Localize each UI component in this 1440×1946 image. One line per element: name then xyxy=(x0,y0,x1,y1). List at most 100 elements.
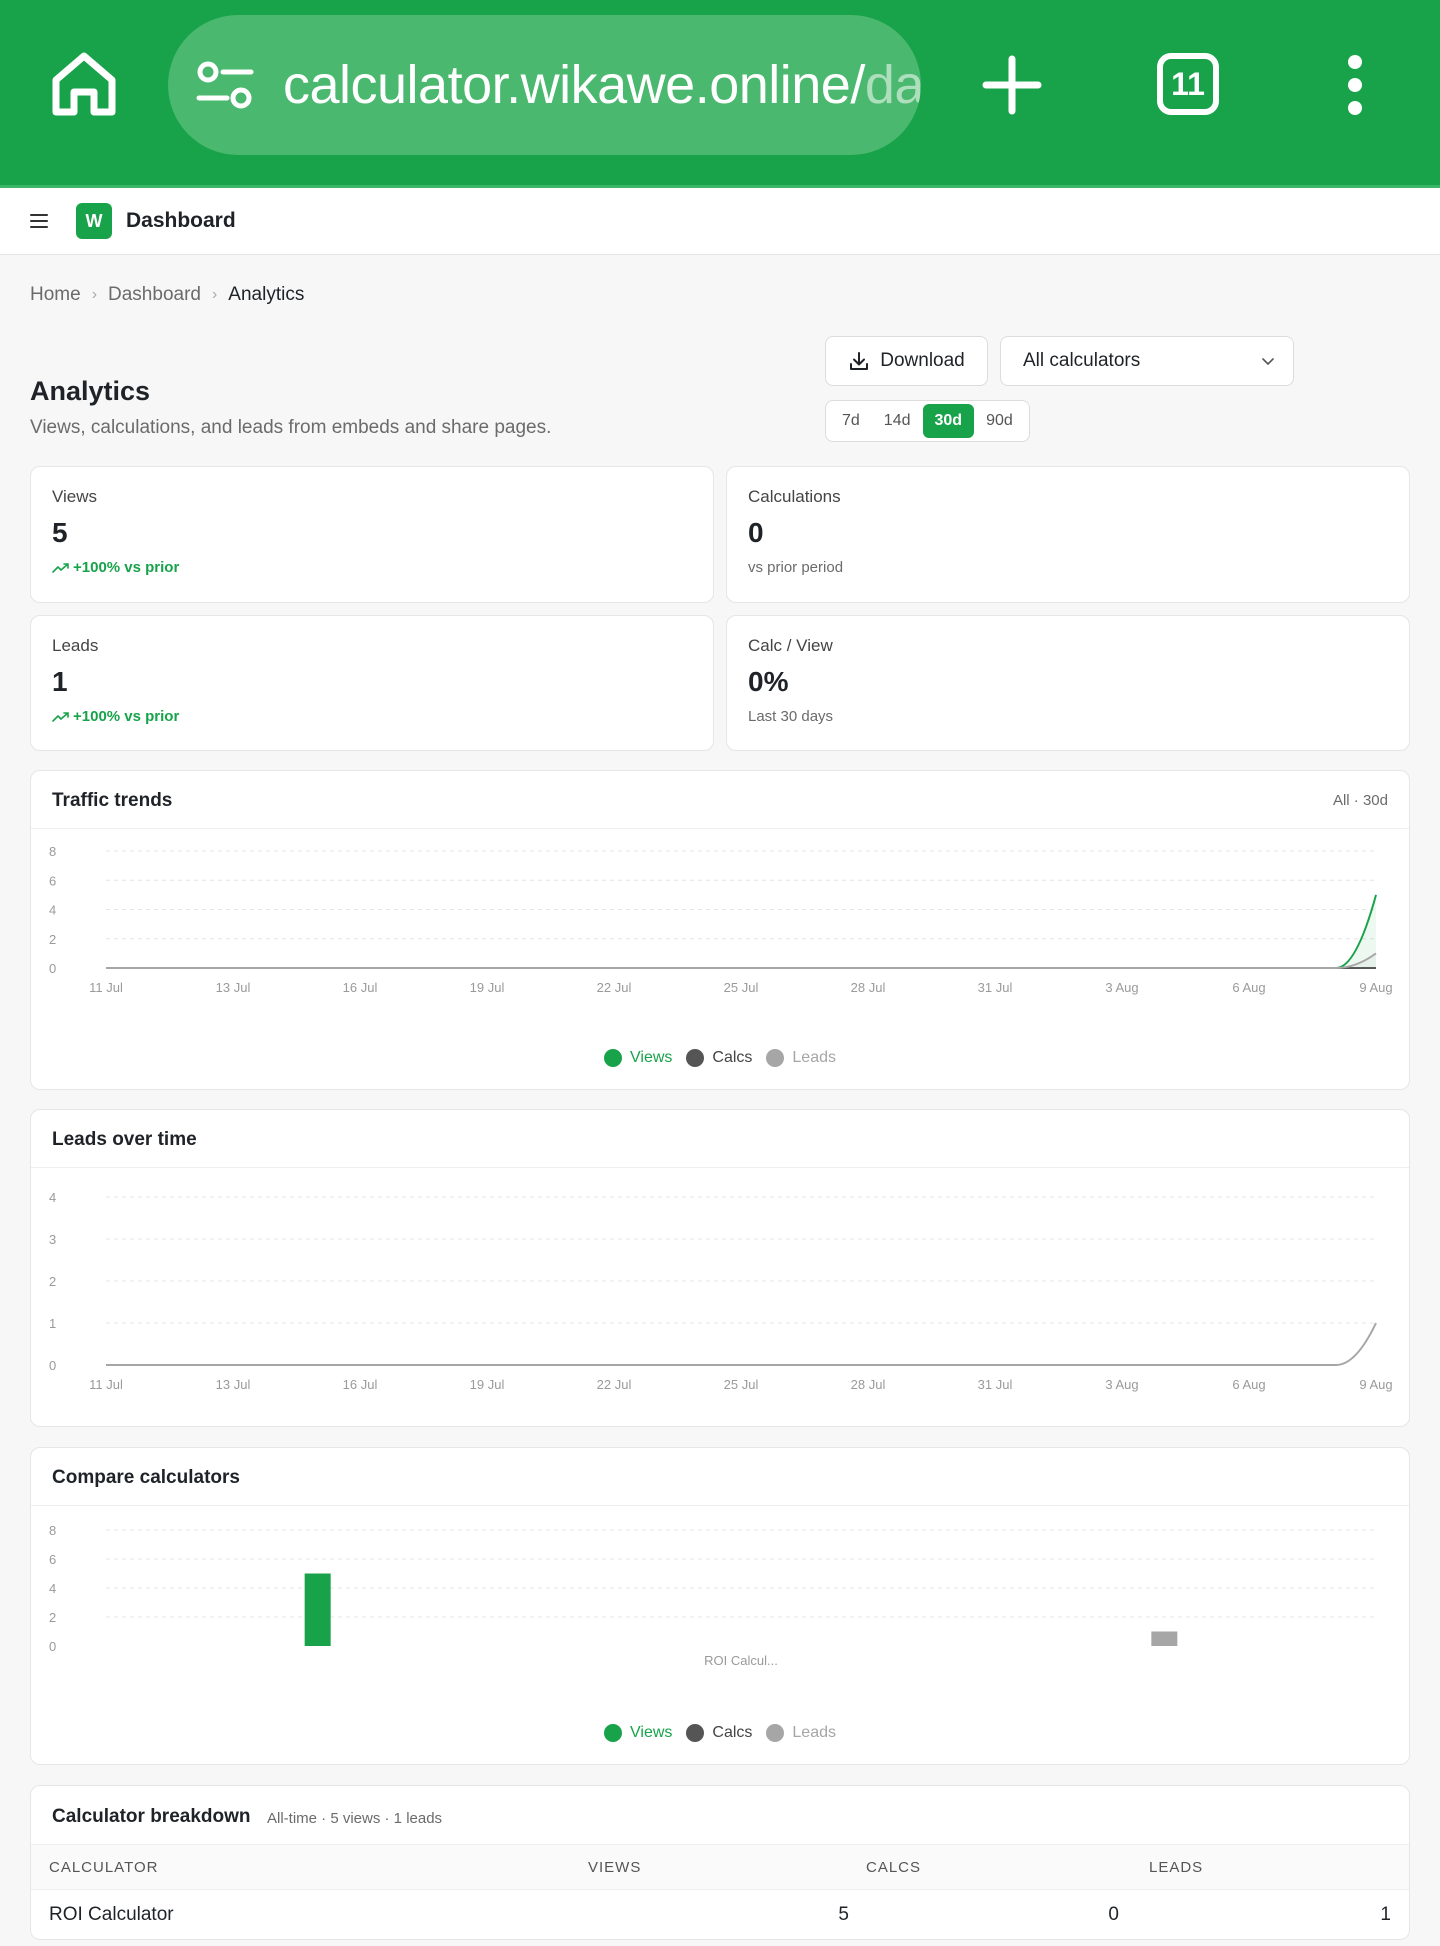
page-title: Analytics xyxy=(30,376,151,406)
x-tick-label: 11 Jul xyxy=(89,980,123,995)
column-header-leads[interactable]: LEADS xyxy=(1149,1845,1203,1889)
tab-switcher-icon[interactable]: 11 xyxy=(1157,53,1219,115)
range-90d[interactable]: 90d xyxy=(974,404,1025,438)
download-icon xyxy=(850,352,869,370)
column-header-views[interactable]: VIEWS xyxy=(588,1845,641,1889)
range-7d[interactable]: 7d xyxy=(830,404,872,438)
series-line-views xyxy=(106,894,1377,969)
cell-calcs: 0 xyxy=(1108,1904,1119,1925)
app-title: Dashboard xyxy=(126,209,236,232)
address-bar[interactable]: calculator.wikawe.online/da xyxy=(168,15,921,155)
x-tick-label: 9 Aug xyxy=(1359,980,1392,995)
menu-icon[interactable] xyxy=(30,214,48,228)
card-meta: All · 30d xyxy=(1332,792,1388,809)
x-tick-label: 13 Jul xyxy=(216,980,251,995)
table-header: CALCULATOR VIEWS CALCS LEADS xyxy=(31,1844,1409,1890)
stat-foot: vs prior period xyxy=(748,559,844,576)
x-category-label: ROI Calcul... xyxy=(704,1653,778,1668)
legend-label: Views xyxy=(630,1049,673,1066)
chart-legend: Views Calcs Leads xyxy=(31,1724,1409,1742)
compare-calculators-card: Compare calculators 0 2 4 6 8 ROI Calcul... V… xyxy=(30,1447,1410,1765)
column-header-calcs[interactable]: CALCS xyxy=(866,1845,921,1889)
x-tick-label: 28 Jul xyxy=(851,1377,886,1392)
x-tick-label: 31 Jul xyxy=(978,1377,1013,1392)
table-row[interactable]: ROI Calculator 5 0 1 xyxy=(31,1890,1409,1940)
y-tick-label: 2 xyxy=(49,932,56,947)
card-header: Leads over time xyxy=(31,1110,1409,1168)
legend-item-views[interactable]: Views xyxy=(604,1049,672,1067)
stat-card-views: Views 5 +100% vs prior xyxy=(30,466,714,603)
x-tick-label: 31 Jul xyxy=(978,980,1013,995)
site-settings-icon[interactable] xyxy=(195,61,255,109)
column-header-calculator[interactable]: CALCULATOR xyxy=(49,1845,158,1889)
download-button[interactable]: Download xyxy=(825,336,988,386)
bar-leads xyxy=(1151,1631,1178,1646)
breadcrumb-analytics: Analytics xyxy=(228,284,305,305)
leads-over-time-chart: 0 1 2 3 4 11 Jul 13 Jul 16 Jul 19 Jul 22 Jul 25 Ju… xyxy=(49,1190,1393,1392)
y-tick-label: 2 xyxy=(49,1274,56,1289)
new-tab-icon[interactable] xyxy=(982,55,1042,115)
chart-legend: Views Calcs Leads xyxy=(31,1049,1409,1067)
stat-label: Views xyxy=(52,487,98,506)
breadcrumb-dashboard[interactable]: Dashboard xyxy=(108,284,201,306)
x-tick-label: 6 Aug xyxy=(1232,980,1265,995)
calculator-select[interactable]: All calculators xyxy=(1000,336,1294,386)
range-30d[interactable]: 30d xyxy=(922,404,975,438)
y-tick-label: 4 xyxy=(49,903,56,918)
cell-leads: 1 xyxy=(1380,1904,1391,1925)
x-tick-label: 22 Jul xyxy=(597,980,632,995)
stat-card-calculations: Calculations 0 vs prior period xyxy=(726,466,1410,603)
legend-label: Leads xyxy=(792,1049,836,1066)
x-tick-label: 6 Aug xyxy=(1232,1377,1265,1392)
stat-foot: Last 30 days xyxy=(748,708,834,725)
x-tick-label: 9 Aug xyxy=(1359,1377,1392,1392)
legend-swatch xyxy=(766,1049,785,1067)
y-tick-label: 6 xyxy=(49,1552,56,1567)
legend-label: Leads xyxy=(792,1724,836,1741)
x-tick-label: 11 Jul xyxy=(89,1377,123,1392)
stat-value: 5 xyxy=(52,517,68,548)
legend-swatch xyxy=(686,1724,705,1742)
y-tick-label: 0 xyxy=(49,1639,56,1654)
chevron-right-icon: › xyxy=(91,286,98,303)
y-tick-label: 3 xyxy=(49,1232,56,1247)
x-tick-label: 16 Jul xyxy=(343,1377,378,1392)
stat-value: 1 xyxy=(52,666,68,697)
traffic-trends-chart: 0 2 4 6 8 11 Jul 13 Jul 16 Jul 19 Jul 22 Jul 25 Ju… xyxy=(49,844,1393,995)
card-title: Leads over time xyxy=(52,1129,197,1150)
stat-value: 0% xyxy=(748,666,789,697)
cell-calculator: ROI Calculator xyxy=(49,1904,174,1925)
breadcrumb: Home › Dashboard › Analytics xyxy=(30,284,304,306)
legend-item-calcs[interactable]: Calcs xyxy=(686,1724,752,1742)
x-tick-label: 25 Jul xyxy=(724,1377,759,1392)
y-tick-label: 1 xyxy=(49,1316,56,1331)
legend-item-leads[interactable]: Leads xyxy=(766,1724,836,1742)
y-tick-label: 2 xyxy=(49,1610,56,1625)
stat-card-leads: Leads 1 +100% vs prior xyxy=(30,615,714,751)
legend-item-leads[interactable]: Leads xyxy=(766,1049,836,1067)
logo[interactable]: W xyxy=(76,203,112,239)
stat-label: Calc / View xyxy=(748,636,833,655)
legend-swatch xyxy=(766,1724,785,1742)
y-tick-label: 8 xyxy=(49,1523,56,1538)
x-tick-label: 3 Aug xyxy=(1105,980,1138,995)
compare-calculators-chart: 0 2 4 6 8 ROI Calcul... xyxy=(49,1523,1376,1668)
url-text: calculator.wikawe.online/da xyxy=(283,55,921,115)
legend-item-views[interactable]: Views xyxy=(604,1724,672,1742)
card-title: Traffic trends xyxy=(52,790,173,811)
range-14d[interactable]: 14d xyxy=(872,404,923,438)
breadcrumb-home[interactable]: Home xyxy=(30,284,81,306)
trending-up-icon xyxy=(52,711,69,722)
legend-swatch xyxy=(604,1049,622,1067)
legend-label: Calcs xyxy=(712,1049,753,1066)
stat-trend: +100% vs prior xyxy=(52,708,179,725)
more-icon[interactable] xyxy=(1340,55,1370,115)
series-line-leads xyxy=(106,1322,1377,1366)
legend-swatch xyxy=(604,1724,622,1742)
legend-label: Calcs xyxy=(712,1724,753,1741)
legend-item-calcs[interactable]: Calcs xyxy=(686,1049,752,1067)
browser-toolbar: calculator.wikawe.online/da 11 xyxy=(0,0,1440,185)
x-tick-label: 16 Jul xyxy=(343,980,378,995)
home-icon[interactable] xyxy=(50,50,118,118)
cell-views: 5 xyxy=(838,1904,849,1925)
